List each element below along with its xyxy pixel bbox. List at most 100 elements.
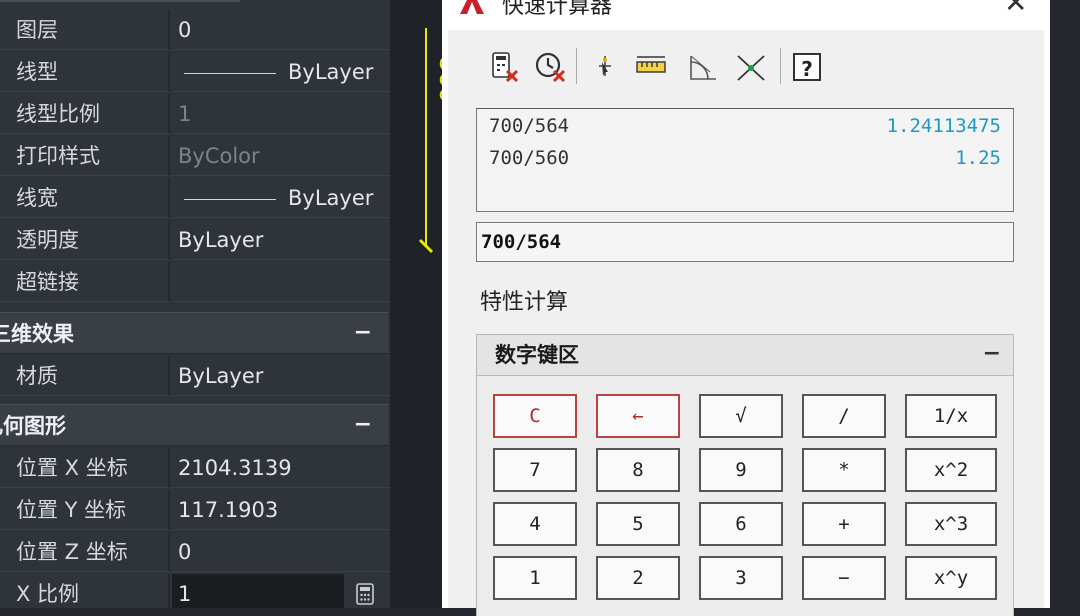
prop-label: 线型比例 bbox=[0, 94, 170, 134]
collapse-icon[interactable]: − bbox=[354, 405, 372, 445]
prop-row-position-x[interactable]: 位置 X 坐标 2104.3139 bbox=[0, 448, 390, 488]
prop-label: 线型 bbox=[0, 52, 170, 92]
prop-row-lineweight[interactable]: 线宽 ByLayer bbox=[0, 178, 390, 218]
prop-value-input[interactable]: 1 bbox=[172, 574, 344, 608]
numpad-header[interactable]: 数字键区 − bbox=[476, 334, 1014, 376]
key-sqrt[interactable]: √ bbox=[699, 394, 783, 438]
prop-row-linetype-scale[interactable]: 线型比例 1 bbox=[0, 94, 390, 134]
key-6[interactable]: 6 bbox=[699, 502, 783, 546]
history-row[interactable]: 700/560 1.25 bbox=[489, 147, 1001, 175]
prop-row-position-z[interactable]: 位置 Z 坐标 0 bbox=[0, 532, 390, 572]
prop-label: 材质 bbox=[0, 356, 170, 396]
numpad: C ← √ / 1/x 7 8 9 * x^2 4 5 6 + x^3 1 2 … bbox=[476, 376, 1014, 616]
history-area[interactable]: 700/564 1.24113475 700/560 1.25 bbox=[476, 108, 1014, 212]
collapse-icon[interactable]: − bbox=[983, 335, 1001, 373]
prop-row-scale-x[interactable]: X 比例 1 bbox=[0, 574, 390, 608]
intersection-icon[interactable] bbox=[734, 50, 768, 84]
key-add[interactable]: + bbox=[802, 502, 886, 546]
prop-label: 超链接 bbox=[0, 262, 170, 302]
prop-label: 位置 Y 坐标 bbox=[0, 490, 170, 530]
key-reciprocal[interactable]: 1/x bbox=[905, 394, 997, 438]
prop-label: 图层 bbox=[0, 10, 170, 50]
prop-value[interactable]: ByLayer bbox=[172, 178, 390, 218]
category-title: 三维效果 bbox=[0, 322, 74, 346]
distance-icon[interactable] bbox=[634, 50, 668, 84]
prop-value[interactable] bbox=[172, 262, 390, 302]
key-multiply[interactable]: * bbox=[802, 448, 886, 492]
prop-row-transparency[interactable]: 透明度 ByLayer bbox=[0, 220, 390, 260]
key-5[interactable]: 5 bbox=[596, 502, 680, 546]
prop-label: X 比例 bbox=[0, 574, 170, 608]
prop-value-text: ByLayer bbox=[288, 186, 374, 210]
title-bar[interactable]: 快速计算器 ✕ bbox=[442, 0, 1050, 30]
prop-value[interactable]: 1 bbox=[172, 94, 390, 134]
key-cube[interactable]: x^3 bbox=[905, 502, 997, 546]
drawing-canvas[interactable]: 560 bbox=[390, 0, 442, 608]
quick-calculator-window: 快速计算器 ✕ ? 700/564 1.24113475 700/560 1.2… bbox=[442, 0, 1050, 616]
toolbar-separator bbox=[576, 48, 577, 84]
key-square[interactable]: x^2 bbox=[905, 448, 997, 492]
key-8[interactable]: 8 bbox=[596, 448, 680, 492]
clear-history-icon[interactable] bbox=[534, 50, 568, 84]
key-2[interactable]: 2 bbox=[596, 556, 680, 600]
prop-label: 位置 Z 坐标 bbox=[0, 532, 170, 572]
properties-palette: 图层 0 线型 ByLayer 线型比例 1 打印样式 ByColor 线宽 B… bbox=[0, 0, 390, 608]
prop-value[interactable]: 0 bbox=[172, 10, 390, 50]
key-1[interactable]: 1 bbox=[493, 556, 577, 600]
prop-value[interactable]: ByLayer bbox=[172, 356, 390, 396]
key-4[interactable]: 4 bbox=[493, 502, 577, 546]
key-subtract[interactable]: − bbox=[802, 556, 886, 600]
key-3[interactable]: 3 bbox=[699, 556, 783, 600]
prop-label: 线宽 bbox=[0, 178, 170, 218]
category-geometry[interactable]: 几何图形 − bbox=[0, 404, 388, 446]
get-coordinates-icon[interactable] bbox=[588, 50, 622, 84]
prop-row-hyperlink[interactable]: 超链接 bbox=[0, 262, 390, 302]
prop-value[interactable]: 0 bbox=[172, 532, 390, 572]
history-expression: 700/564 bbox=[489, 115, 570, 137]
prop-value[interactable]: 117.1903 bbox=[172, 490, 390, 530]
collapse-icon[interactable]: − bbox=[354, 313, 372, 353]
history-row[interactable]: 700/564 1.24113475 bbox=[489, 115, 1001, 143]
prop-value[interactable]: ByColor bbox=[172, 136, 390, 176]
prop-value[interactable]: 2104.3139 bbox=[172, 448, 390, 488]
prop-row-plot-style[interactable]: 打印样式 ByColor bbox=[0, 136, 390, 176]
dimension-text: 560 bbox=[434, 56, 442, 103]
quick-calc-icon[interactable] bbox=[354, 583, 376, 605]
key-divide[interactable]: / bbox=[802, 394, 886, 438]
dimension-graphic: 560 bbox=[418, 28, 442, 254]
key-power[interactable]: x^y bbox=[905, 556, 997, 600]
history-result: 1.24113475 bbox=[886, 115, 1001, 137]
expression-input[interactable]: 700/564 bbox=[476, 222, 1014, 262]
prop-value-text: ByLayer bbox=[288, 60, 374, 84]
category-title: 几何图形 bbox=[0, 414, 66, 438]
prop-row-material[interactable]: 材质 ByLayer bbox=[0, 356, 390, 396]
key-clear[interactable]: C bbox=[493, 394, 577, 438]
prop-row-position-y[interactable]: 位置 Y 坐标 117.1903 bbox=[0, 490, 390, 530]
history-expression: 700/560 bbox=[489, 147, 570, 169]
calculator-body: ? 700/564 1.24113475 700/560 1.25 700/56… bbox=[448, 30, 1044, 616]
prop-value[interactable]: ByLayer bbox=[172, 220, 390, 260]
clear-icon[interactable] bbox=[488, 50, 522, 84]
history-result: 1.25 bbox=[955, 147, 1001, 169]
prop-row-layer[interactable]: 图层 0 bbox=[0, 10, 390, 50]
help-icon[interactable]: ? bbox=[790, 50, 824, 84]
key-9[interactable]: 9 bbox=[699, 448, 783, 492]
prop-label: 透明度 bbox=[0, 220, 170, 260]
linetype-swatch bbox=[184, 72, 276, 74]
close-icon[interactable]: ✕ bbox=[1004, 0, 1027, 19]
angle-icon[interactable] bbox=[686, 50, 720, 84]
autocad-logo-icon bbox=[460, 0, 484, 14]
window-title: 快速计算器 bbox=[502, 0, 613, 19]
property-calculation-label: 特性计算 bbox=[480, 290, 569, 315]
svg-text:?: ? bbox=[801, 57, 813, 81]
key-backspace[interactable]: ← bbox=[596, 394, 680, 438]
prop-label: 打印样式 bbox=[0, 136, 170, 176]
prop-label: 位置 X 坐标 bbox=[0, 448, 170, 488]
numpad-title: 数字键区 bbox=[495, 343, 579, 367]
category-3d-effects[interactable]: 三维效果 − bbox=[0, 312, 388, 354]
prop-value[interactable]: ByLayer bbox=[172, 52, 390, 92]
prop-row-linetype[interactable]: 线型 ByLayer bbox=[0, 52, 390, 92]
toolbar-separator bbox=[780, 48, 781, 84]
key-7[interactable]: 7 bbox=[493, 448, 577, 492]
palette-top-strip bbox=[0, 0, 240, 2]
